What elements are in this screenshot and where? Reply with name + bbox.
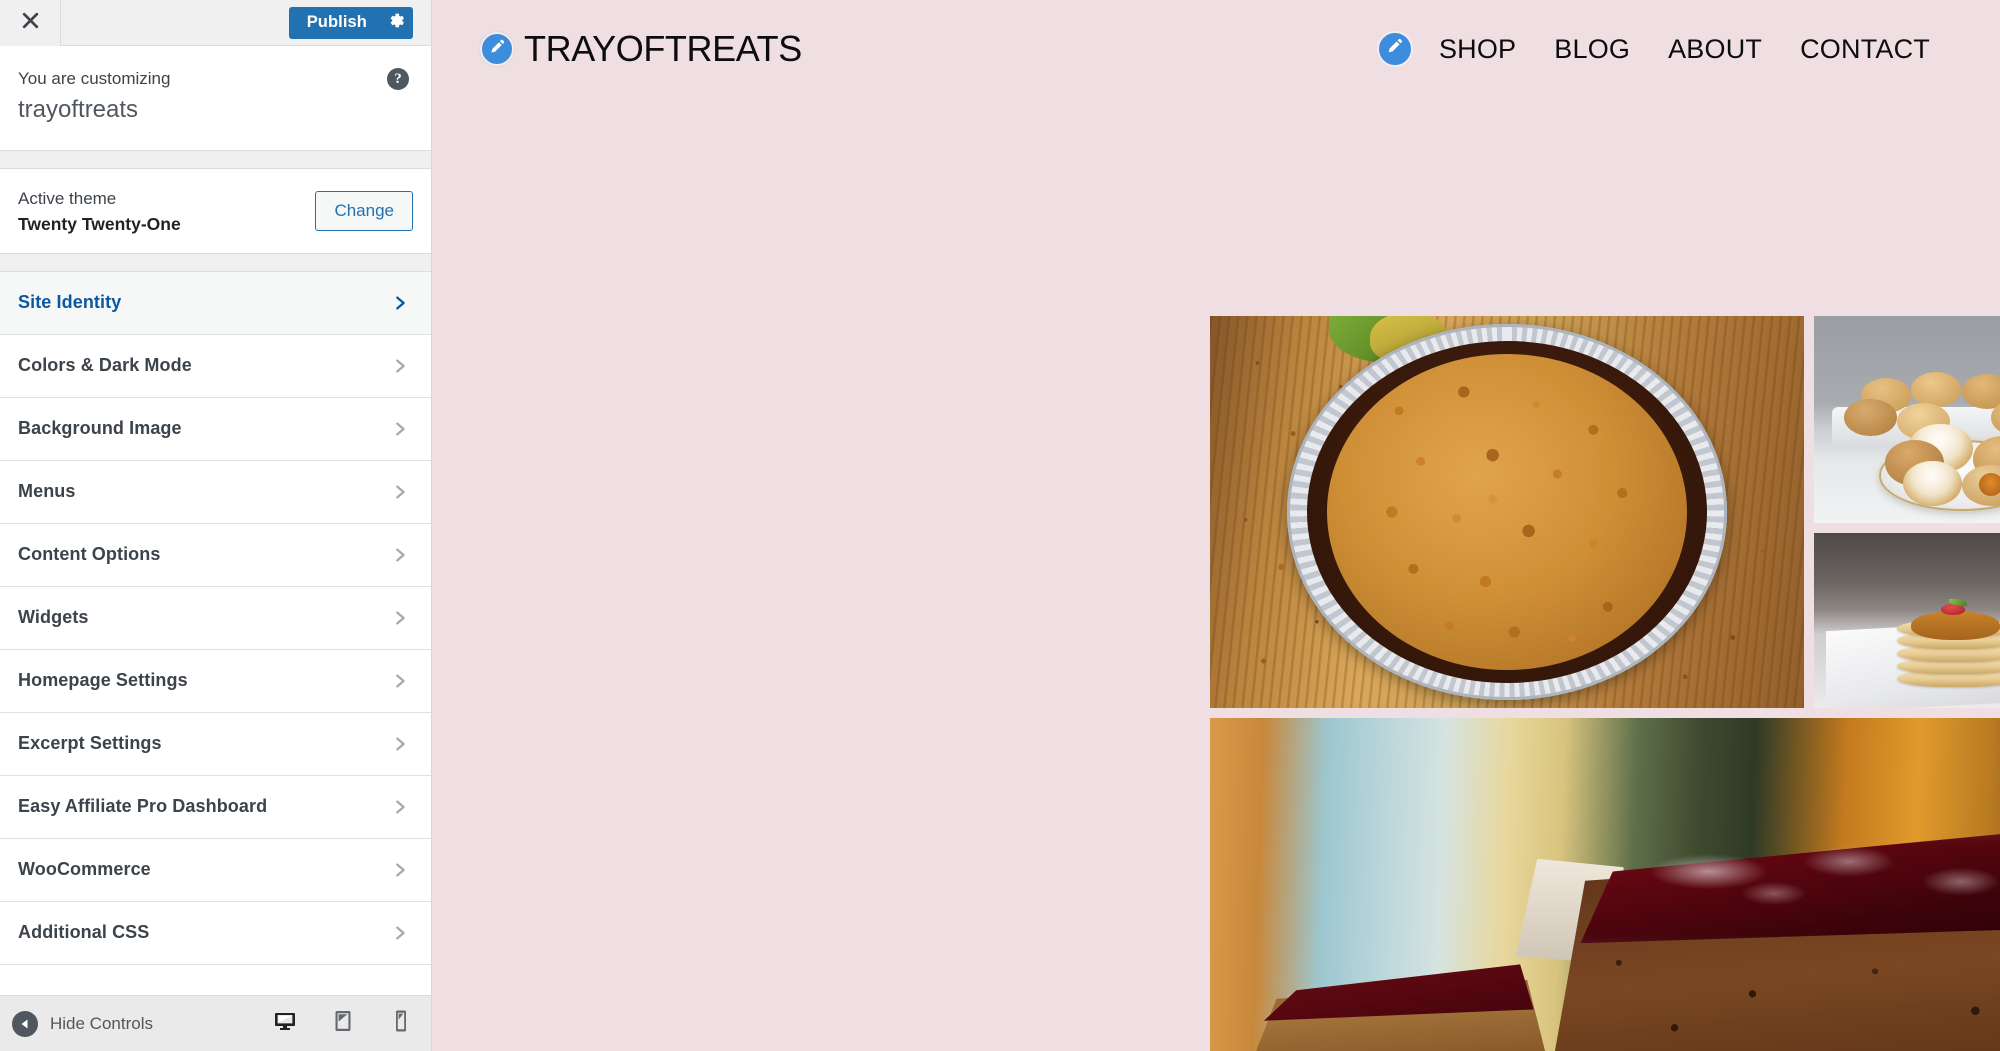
desktop-monitor-icon (273, 1009, 297, 1038)
desktop-preview-button[interactable] (273, 1009, 297, 1038)
sidebar-item-additional-css[interactable]: Additional CSS (0, 901, 431, 965)
photo-layer-powdered-sugar (1902, 460, 1962, 507)
sidebar-item-label: WooCommerce (18, 859, 151, 880)
chevron-right-icon (391, 924, 409, 942)
mobile-preview-button[interactable] (389, 1009, 413, 1038)
image-gallery (1210, 316, 2000, 1051)
nav-link-blog[interactable]: BLOG (1554, 34, 1630, 65)
sidebar-item-label: Additional CSS (18, 922, 150, 943)
sidebar-item-label: Homepage Settings (18, 670, 188, 691)
chevron-right-icon (391, 798, 409, 816)
customizer-sidebar: Publish You are customizing trayoftreats… (0, 0, 432, 1051)
nav-link-about[interactable]: ABOUT (1668, 34, 1762, 65)
active-theme-text: Active theme Twenty Twenty-One (18, 187, 181, 235)
sidebar-item-label: Background Image (18, 418, 182, 439)
pencil-edit-icon (488, 38, 506, 61)
sidebar-item-label: Easy Affiliate Pro Dashboard (18, 796, 268, 817)
site-title-edit-shortcut-button[interactable] (480, 32, 514, 66)
panel-divider-bottom (0, 253, 431, 272)
chevron-right-icon (391, 546, 409, 564)
customizing-site-name: trayoftreats (18, 95, 139, 123)
tablet-preview-button[interactable] (331, 1009, 355, 1038)
close-customizer-button[interactable] (0, 0, 61, 46)
active-theme-name: Twenty Twenty-One (18, 213, 181, 234)
sidebar-item-excerpt-settings[interactable]: Excerpt Settings (0, 712, 431, 776)
gallery-image-dulce-de-leche-brownie-pie[interactable] (1210, 316, 1804, 708)
sidebar-item-label: Site Identity (18, 292, 122, 313)
customizing-label: You are customizing (18, 69, 171, 88)
hide-controls-label: Hide Controls (50, 1013, 153, 1033)
chevron-right-icon (391, 861, 409, 879)
site-header: TRAYOFTREATS SHOP BLOG ABOUT CONTACT (432, 0, 2000, 86)
sidebar-item-label: Widgets (18, 607, 89, 628)
photo-layer-crumb-texture (1551, 929, 2000, 1051)
photo-layer-glaze-highlights (1605, 837, 2000, 923)
primary-navigation: SHOP BLOG ABOUT CONTACT (1439, 34, 1930, 65)
gear-icon (387, 11, 406, 35)
sidebar-item-label: Colors & Dark Mode (18, 355, 192, 376)
tablet-icon (331, 1009, 355, 1038)
chevron-right-icon (391, 420, 409, 438)
gallery-image-cherry-chocolate-cheesecake[interactable] (1210, 718, 2000, 1051)
active-theme-panel: Active theme Twenty Twenty-One Change (0, 168, 431, 254)
sidebar-item-homepage-settings[interactable]: Homepage Settings (0, 649, 431, 713)
sidebar-item-label: Content Options (18, 544, 161, 565)
sidebar-item-menus[interactable]: Menus (0, 460, 431, 524)
nav-link-contact[interactable]: CONTACT (1800, 34, 1930, 65)
gallery-column-right (1814, 316, 2000, 708)
site-title[interactable]: TRAYOFTREATS (524, 28, 802, 70)
sidebar-item-colors-dark-mode[interactable]: Colors & Dark Mode (0, 334, 431, 398)
chevron-right-icon (391, 357, 409, 375)
nav-link-shop[interactable]: SHOP (1439, 34, 1516, 65)
active-theme-label: Active theme (18, 188, 117, 208)
site-nav-area: SHOP BLOG ABOUT CONTACT (1376, 31, 1930, 67)
publish-group: Publish (288, 6, 413, 39)
chevron-right-icon (391, 483, 409, 501)
collapse-left-arrow-icon (12, 1010, 38, 1037)
mobile-phone-icon (389, 1009, 413, 1038)
device-preview-group (273, 1009, 413, 1038)
photo-layer-jam-filling (1979, 473, 2000, 497)
customizer-topbar: Publish (0, 0, 431, 46)
sidebar-item-woocommerce[interactable]: WooCommerce (0, 838, 431, 902)
gallery-image-pancake-stack-with-strawberry[interactable] (1814, 533, 2000, 708)
photo-layer-pancake-stack (1896, 598, 2000, 687)
chevron-right-icon (391, 294, 409, 312)
close-x-icon (20, 10, 41, 36)
customizing-info-panel: You are customizing trayoftreats ? (0, 46, 431, 151)
change-theme-button[interactable]: Change (315, 190, 413, 231)
customizer-footer: Hide Controls (0, 995, 431, 1051)
help-question-icon[interactable]: ? (387, 68, 409, 90)
gallery-image-powdered-sugar-doughnuts[interactable] (1814, 316, 2000, 523)
publish-button[interactable]: Publish (289, 7, 379, 39)
site-preview-pane: TRAYOFTREATS SHOP BLOG ABOUT CONTACT (432, 0, 2000, 1051)
pencil-edit-icon (1385, 37, 1404, 61)
chevron-right-icon (391, 609, 409, 627)
panel-divider-top (0, 150, 431, 169)
sidebar-item-label: Menus (18, 481, 76, 502)
sidebar-item-site-identity[interactable]: Site Identity (0, 271, 431, 335)
photo-layer-doughnut (1843, 398, 1897, 437)
sidebar-item-label: Excerpt Settings (18, 733, 162, 754)
photo-layer-pie-pan (1287, 323, 1727, 701)
site-branding: TRAYOFTREATS (480, 28, 802, 70)
gallery-row-top (1210, 316, 2000, 708)
sidebar-item-background-image[interactable]: Background Image (0, 397, 431, 461)
publish-settings-button[interactable] (379, 7, 413, 39)
photo-layer-caramel-syrup (1910, 611, 2000, 640)
sidebar-item-widgets[interactable]: Widgets (0, 586, 431, 650)
photo-layer-nuts (1326, 353, 1688, 671)
chevron-right-icon (391, 735, 409, 753)
customizer-section-list: Site Identity Colors & Dark Mode Backgro… (0, 271, 431, 995)
menu-edit-shortcut-button[interactable] (1376, 31, 1413, 67)
hide-controls-button[interactable]: Hide Controls (12, 1010, 153, 1037)
chevron-right-icon (391, 672, 409, 690)
sidebar-item-easy-affiliate-pro-dashboard[interactable]: Easy Affiliate Pro Dashboard (0, 775, 431, 839)
customizer-app: Publish You are customizing trayoftreats… (0, 0, 2000, 1051)
sidebar-item-content-options[interactable]: Content Options (0, 523, 431, 587)
